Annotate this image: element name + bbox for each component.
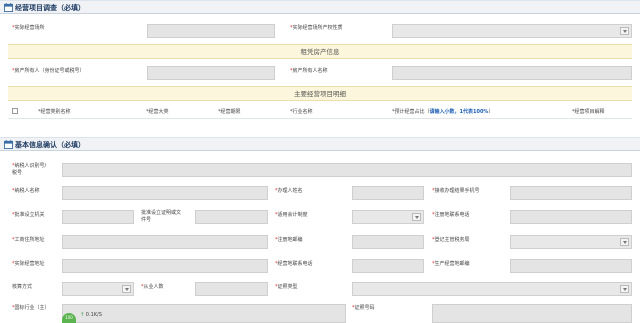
handler-name-field[interactable] <box>352 186 424 200</box>
calendar-icon <box>4 140 13 149</box>
section-title: 基本信息确认（必填） <box>15 141 85 149</box>
col-period: *经营期限 <box>218 109 241 115</box>
actual-business-address-field[interactable] <box>62 259 268 273</box>
chevron-down-icon <box>620 285 629 293</box>
accounting-system-select[interactable] <box>352 210 424 224</box>
reg-postcode-field[interactable] <box>352 235 424 249</box>
property-nature-select[interactable] <box>392 24 632 38</box>
owner-name-label: *房产所有人名称 <box>290 68 328 74</box>
taxpayer-id-label: *纳税人识别号/ 税号 <box>12 163 47 176</box>
rental-property-banner: 租凭房产信息 <box>8 44 632 59</box>
table-divider <box>8 118 632 119</box>
section-title: 经营项目调查（必填） <box>15 4 85 12</box>
chevron-down-icon <box>412 213 421 221</box>
accounting-method-select[interactable] <box>62 282 134 296</box>
col-ratio: *预计经营占比（请输入小数，1代表100%） <box>392 109 494 115</box>
ratio-hint: 请输入小数，1代表100% <box>429 109 489 115</box>
approval-org-field[interactable] <box>62 210 134 224</box>
approval-org-label: *批准设立机关 <box>12 212 45 218</box>
national-industry-label: *国标行业（主） <box>12 305 50 311</box>
reg-phone-label: *注册地联系电话 <box>432 212 470 218</box>
upload-arrow-icon: ↑ <box>80 312 85 318</box>
reg-phone-field[interactable] <box>510 210 632 224</box>
biz-phone-field[interactable] <box>352 259 424 273</box>
speed-value: 0.1K/S <box>85 312 102 318</box>
col-industry: *行业名称 <box>290 109 313 115</box>
network-badge: 100 <box>62 313 76 323</box>
chevron-down-icon <box>620 238 629 246</box>
handler-phone-field[interactable] <box>510 186 632 200</box>
actual-business-address-label: *实际经营地址 <box>12 261 45 267</box>
reg-postcode-label: *注册地邮编 <box>275 237 303 243</box>
col-explain: *经营项目解释 <box>572 109 605 115</box>
actual-address-label: *实际经营场所 <box>12 25 45 31</box>
employees-label: *从业人数 <box>141 284 164 290</box>
owner-name-field[interactable] <box>392 66 632 80</box>
handler-phone-label: *接收办理结果手机号 <box>432 188 480 194</box>
col-category-name: *经营类别名称 <box>38 109 71 115</box>
national-industry-field[interactable] <box>62 304 346 323</box>
approval-doc-field[interactable] <box>195 210 268 224</box>
accounting-method-label: 核算方式 <box>12 284 33 290</box>
cert-type-select[interactable] <box>352 282 632 296</box>
approval-doc-label: 批准设立证明或文 件号 <box>141 210 182 223</box>
prod-postcode-label: *生产经营地邮编 <box>432 261 470 267</box>
reg-authority-label: *登记主管税务局 <box>432 237 470 243</box>
cert-number-label: *证照号码 <box>352 305 375 311</box>
handler-name-label: *办理人姓名 <box>275 188 303 194</box>
calendar-icon <box>4 3 13 12</box>
section-header-basic-info: 基本信息确认（必填） <box>0 137 640 151</box>
accounting-system-label: *适用会计制度 <box>275 212 308 218</box>
section-header-business-survey: 经营项目调查（必填） <box>0 0 640 14</box>
taxpayer-name-field[interactable] <box>62 186 268 200</box>
business-items-banner: 主要经营项目明细 <box>8 86 632 101</box>
network-speed: ↑ 0.1K/S <box>80 312 102 318</box>
employees-field[interactable] <box>195 282 268 296</box>
business-address-label: *工商住所地址 <box>12 237 45 243</box>
actual-address-field[interactable] <box>147 24 275 38</box>
taxpayer-name-label: *纳税人名称 <box>12 188 40 194</box>
select-all-checkbox[interactable] <box>12 108 18 114</box>
business-address-field[interactable] <box>62 235 268 249</box>
owner-id-field[interactable] <box>147 66 275 80</box>
chevron-down-icon <box>620 27 629 35</box>
prod-postcode-field[interactable] <box>510 259 632 273</box>
biz-phone-label: *经营地联系电话 <box>275 261 313 267</box>
owner-id-label: *房产所有人（身份证号或税号） <box>12 68 85 74</box>
reg-authority-select[interactable] <box>510 235 632 249</box>
taxpayer-id-field[interactable] <box>62 163 632 177</box>
chevron-down-icon <box>122 285 131 293</box>
col-category: *经营大类 <box>146 109 169 115</box>
cert-type-label: *证照类型 <box>275 284 298 290</box>
cert-number-field[interactable] <box>432 304 632 323</box>
property-nature-label: *实际经营场所产权性质 <box>290 25 343 31</box>
